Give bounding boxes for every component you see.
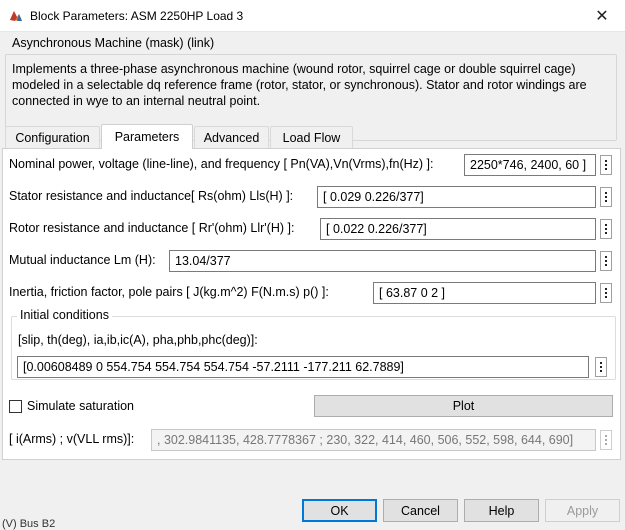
rotor-rl-field[interactable]: [ 0.022 0.226/377] [320, 218, 596, 240]
initial-conditions-sublabel: [slip, th(deg), ia,ib,ic(A), pha,phb,phc… [18, 333, 258, 347]
title-bar: Block Parameters: ASM 2250HP Load 3 ✕ [0, 0, 625, 32]
inertia-field[interactable]: [ 63.87 0 2 ] [373, 282, 596, 304]
nominal-power-field[interactable]: 2250*746, 2400, 60 ] [464, 154, 596, 176]
more-options-icon[interactable] [600, 219, 612, 239]
tab-label: Load Flow [282, 130, 341, 145]
param-row-rotor: Rotor resistance and inductance [ Rr'(oh… [3, 217, 622, 241]
tab-load-flow[interactable]: Load Flow [270, 126, 353, 148]
mask-header: Asynchronous Machine (mask) (link) [12, 36, 215, 50]
help-button[interactable]: Help [464, 499, 539, 522]
tab-parameters[interactable]: Parameters [101, 124, 193, 149]
param-label: Inertia, friction factor, pole pairs [ J… [9, 285, 329, 299]
saturation-curve-row: [ i(Arms) ; v(VLL rms)]: , 302.9841135, … [3, 428, 622, 452]
simulink-logo-icon [10, 11, 22, 21]
close-icon[interactable]: ✕ [579, 0, 625, 32]
initial-conditions-group: Initial conditions [slip, th(deg), ia,ib… [11, 308, 616, 380]
apply-button: Apply [545, 499, 620, 522]
ok-button[interactable]: OK [302, 499, 377, 522]
saturation-curve-label: [ i(Arms) ; v(VLL rms)]: [9, 432, 135, 446]
mutual-inductance-field[interactable]: 13.04/377 [169, 250, 596, 272]
parameters-panel: Nominal power, voltage (line-line), and … [2, 148, 621, 460]
saturation-curve-field: , 302.9841135, 428.7778367 ; 230, 322, 4… [151, 429, 596, 451]
param-row-mutual: Mutual inductance Lm (H): 13.04/377 [3, 249, 622, 273]
simulate-saturation-checkbox[interactable] [9, 400, 22, 413]
tab-label: Configuration [15, 130, 90, 145]
initial-conditions-legend: Initial conditions [17, 308, 112, 322]
cancel-button[interactable]: Cancel [383, 499, 458, 522]
description-text: Implements a three-phase asynchronous ma… [12, 62, 587, 108]
more-options-icon[interactable] [600, 155, 612, 175]
simulate-saturation-label: Simulate saturation [27, 399, 135, 413]
more-options-icon[interactable] [600, 251, 612, 271]
plot-button[interactable]: Plot [314, 395, 613, 417]
stator-rl-field[interactable]: [ 0.029 0.226/377] [317, 186, 596, 208]
tab-label: Advanced [203, 130, 260, 145]
more-options-icon[interactable] [600, 187, 612, 207]
param-label: Stator resistance and inductance[ Rs(ohm… [9, 189, 294, 203]
tab-advanced[interactable]: Advanced [194, 126, 269, 148]
more-options-icon [600, 430, 612, 450]
param-row-nominal: Nominal power, voltage (line-line), and … [3, 153, 622, 177]
background-model-label: (V) Bus B2 [2, 518, 56, 530]
param-label: Rotor resistance and inductance [ Rr'(oh… [9, 221, 295, 235]
param-row-inertia: Inertia, friction factor, pole pairs [ J… [3, 281, 622, 305]
initial-conditions-field[interactable]: [0.00608489 0 554.754 554.754 554.754 -5… [17, 356, 589, 378]
window-title: Block Parameters: ASM 2250HP Load 3 [30, 9, 244, 23]
block-parameters-dialog: Asynchronous Machine (mask) (link) Imple… [0, 32, 625, 529]
more-options-icon[interactable] [600, 283, 612, 303]
more-options-icon[interactable] [595, 357, 607, 377]
param-label: Nominal power, voltage (line-line), and … [9, 157, 434, 171]
saturation-curve-value: , 302.9841135, 428.7778367 ; 230, 322, 4… [157, 433, 574, 447]
param-label: Mutual inductance Lm (H): [9, 253, 156, 267]
tab-label: Parameters [114, 130, 180, 144]
tab-configuration[interactable]: Configuration [5, 126, 100, 148]
param-row-stator: Stator resistance and inductance[ Rs(ohm… [3, 185, 622, 209]
